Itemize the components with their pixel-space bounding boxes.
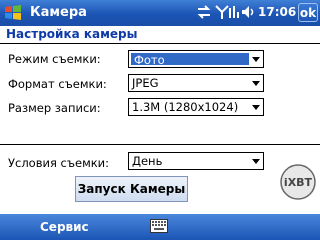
windows-start-icon[interactable]	[3, 3, 23, 23]
size-label: Размер записи:	[8, 101, 101, 115]
signal-icon[interactable]	[214, 4, 230, 24]
menu-bar: Сервис	[0, 214, 320, 240]
mode-value: Фото	[134, 53, 165, 67]
section-divider	[0, 144, 320, 145]
page-title: Настройка камеры	[6, 27, 138, 41]
mode-select[interactable]: Фото	[128, 50, 264, 68]
size-value: 1.3M (1280x1024)	[132, 100, 239, 114]
format-label: Формат съемки:	[8, 77, 107, 91]
format-select[interactable]: JPEG	[128, 74, 264, 92]
ixbt-watermark-logo: iXBT	[280, 164, 316, 200]
service-menu[interactable]: Сервис	[40, 220, 89, 234]
mode-label: Режим съемки:	[8, 52, 101, 66]
format-value: JPEG	[132, 76, 159, 90]
speaker-icon[interactable]	[241, 4, 255, 24]
sync-icon[interactable]	[196, 4, 212, 24]
header-divider	[0, 43, 320, 44]
chevron-down-icon[interactable]	[252, 159, 260, 164]
keyboard-icon[interactable]	[150, 219, 168, 233]
size-select[interactable]: 1.3M (1280x1024)	[128, 98, 264, 116]
signal-bars-icon[interactable]	[229, 4, 239, 24]
app-title: Камера	[30, 5, 87, 20]
title-bar: Камера 17:06 ok	[0, 0, 320, 26]
chevron-down-icon[interactable]	[252, 105, 260, 110]
conditions-label: Условия съемки:	[8, 156, 110, 170]
ok-button[interactable]: ok	[298, 3, 318, 22]
conditions-value: День	[132, 154, 163, 168]
svg-text:iXBT: iXBT	[284, 176, 313, 189]
chevron-down-icon[interactable]	[252, 81, 260, 86]
start-camera-button[interactable]: Запуск Камеры	[75, 176, 188, 202]
chevron-down-icon[interactable]	[252, 57, 260, 62]
conditions-select[interactable]: День	[128, 152, 264, 170]
clock[interactable]: 17:06	[258, 5, 296, 19]
